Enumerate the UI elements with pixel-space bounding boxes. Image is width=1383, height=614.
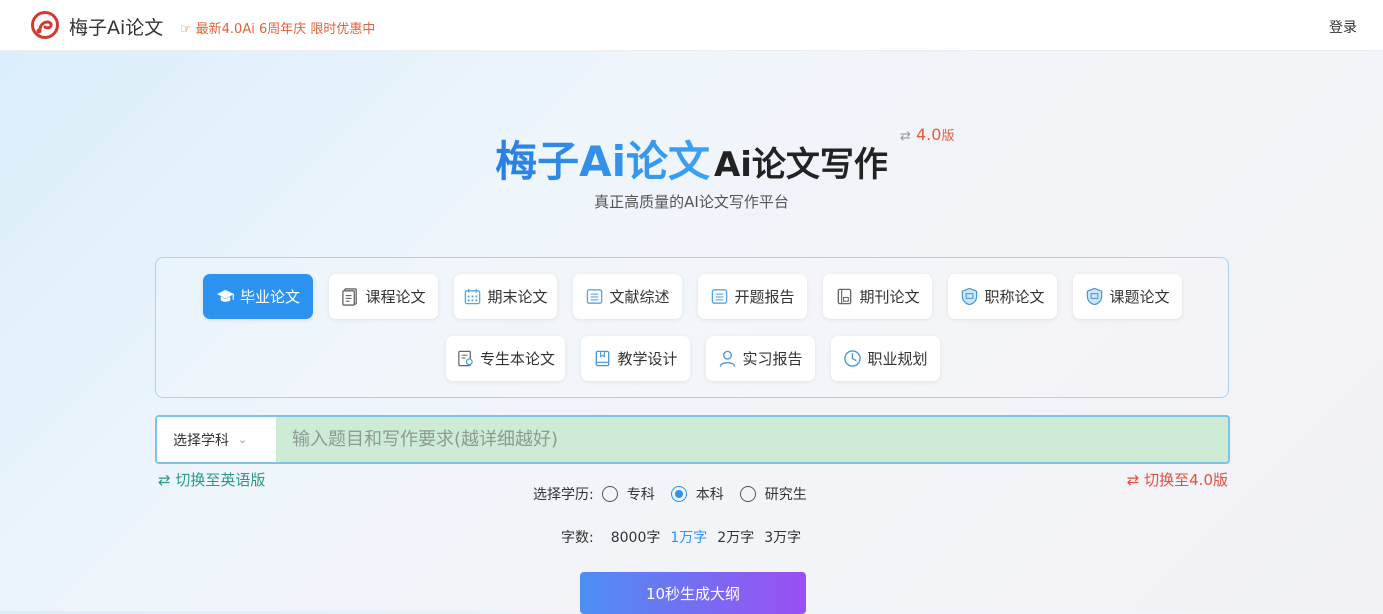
switch-v4-link[interactable]: ⇄ 切换至4.0版 — [1127, 469, 1228, 490]
type-chip-label: 课题论文 — [1109, 288, 1170, 306]
generate-outline-button[interactable]: 10秒生成大纲 — [580, 572, 806, 614]
type-chip-final[interactable]: 期末论文 — [454, 274, 557, 319]
word-count-label: 字数: — [561, 530, 594, 546]
radio-label: 研究生 — [764, 487, 807, 503]
list-icon — [585, 287, 604, 306]
list-icon — [710, 287, 729, 306]
subject-select-label: 选择学科 — [173, 432, 229, 449]
type-chip-proposal[interactable]: 开题报告 — [698, 274, 807, 319]
hero-title-brand: 梅子Ai论文 — [495, 137, 710, 186]
document-icon — [341, 287, 360, 306]
journal-icon — [835, 287, 854, 306]
type-chip-project[interactable]: 课题论文 — [1073, 274, 1182, 319]
book-icon — [593, 349, 612, 368]
hero-subtitle: 真正高质量的AI论文写作平台 — [594, 193, 789, 211]
type-chip-label: 毕业论文 — [239, 288, 300, 306]
word-count-selector: 字数: 8000字 1万字 2万字 3万字 — [561, 527, 811, 547]
graduation-cap-icon — [216, 287, 235, 306]
type-chip-teaching-design[interactable]: 教学设计 — [581, 336, 690, 381]
type-chip-internship-report[interactable]: 实习报告 — [706, 336, 815, 381]
radio-circle — [601, 486, 618, 502]
type-chip-label: 专生本论文 — [479, 350, 555, 368]
type-chip-course[interactable]: 课程论文 — [329, 274, 438, 319]
education-selector: 选择学历: 专科 本科 研究生 — [533, 484, 823, 504]
person-icon — [718, 349, 737, 368]
type-chip-upgrade[interactable]: 专生本论文 — [446, 336, 565, 381]
type-chip-professional-title[interactable]: 职称论文 — [948, 274, 1057, 319]
version-badge: ⇄ 4.0版 — [900, 125, 954, 144]
paper-type-panel: 毕业论文 课程论文 期末论文 文献综述 开题报告 期刊论文 职称论文 课题论文 … — [155, 257, 1229, 398]
type-chip-label: 实习报告 — [742, 350, 803, 368]
topic-input[interactable] — [276, 417, 1228, 462]
shield-icon — [1085, 287, 1104, 306]
top-bar: 梅子Ai论文 ☞ 最新4.0Ai 6周年庆 限时优惠中 登录 — [0, 0, 1383, 51]
promo-banner[interactable]: ☞ 最新4.0Ai 6周年庆 限时优惠中 — [180, 18, 375, 37]
type-chip-label: 文献综述 — [609, 288, 670, 306]
version-number: 4.0 — [916, 125, 942, 144]
promo-text: 最新4.0Ai 6周年庆 限时优惠中 — [195, 22, 376, 37]
radio-associate[interactable]: 专科 — [601, 484, 655, 504]
type-chip-label: 期刊论文 — [859, 288, 920, 306]
type-chip-graduation[interactable]: 毕业论文 — [203, 274, 313, 319]
radio-postgraduate[interactable]: 研究生 — [739, 484, 807, 504]
shield-icon — [960, 287, 979, 306]
topic-search-bar: 选择学科 ⌄ — [155, 415, 1230, 464]
brand-name[interactable]: 梅子Ai论文 — [69, 13, 163, 40]
radio-label: 专科 — [626, 487, 655, 503]
education-label: 选择学历: — [533, 487, 594, 503]
radio-bachelor[interactable]: 本科 — [670, 484, 724, 504]
type-chip-career-planning[interactable]: 职业规划 — [831, 336, 940, 381]
subject-select[interactable]: 选择学科 ⌄ — [157, 417, 276, 462]
switch-english-link[interactable]: ⇄ 切换至英语版 — [158, 469, 265, 490]
radio-circle — [670, 486, 687, 502]
version-suffix: 版 — [941, 129, 955, 144]
type-chip-label: 教学设计 — [617, 350, 678, 368]
certificate-icon — [456, 349, 475, 368]
login-link[interactable]: 登录 — [1329, 17, 1357, 37]
radio-label: 本科 — [695, 487, 724, 503]
logo-icon[interactable] — [31, 11, 59, 39]
hero-title-sub: Ai论文写作 — [713, 145, 888, 185]
word-count-option-30k[interactable]: 3万字 — [764, 527, 801, 547]
type-chip-journal[interactable]: 期刊论文 — [823, 274, 932, 319]
clock-icon — [843, 349, 862, 368]
word-count-option-10k[interactable]: 1万字 — [670, 527, 707, 547]
type-chip-label: 职称论文 — [984, 288, 1045, 306]
hand-point-icon: ☞ — [180, 22, 192, 37]
radio-circle — [739, 486, 756, 502]
word-count-option-20k[interactable]: 2万字 — [717, 527, 754, 547]
type-chip-label: 职业规划 — [867, 350, 928, 368]
type-chip-label: 开题报告 — [734, 288, 795, 306]
calendar-icon — [463, 287, 482, 306]
swap-icon: ⇄ — [900, 129, 911, 144]
chevron-down-icon: ⌄ — [238, 433, 248, 446]
type-chip-label: 期末论文 — [487, 288, 548, 306]
hero-title: 梅子Ai论文 Ai论文写作 — [0, 128, 1383, 189]
word-count-option-8000[interactable]: 8000字 — [611, 527, 661, 547]
type-chip-label: 课程论文 — [365, 288, 426, 306]
type-chip-literature-review[interactable]: 文献综述 — [573, 274, 682, 319]
